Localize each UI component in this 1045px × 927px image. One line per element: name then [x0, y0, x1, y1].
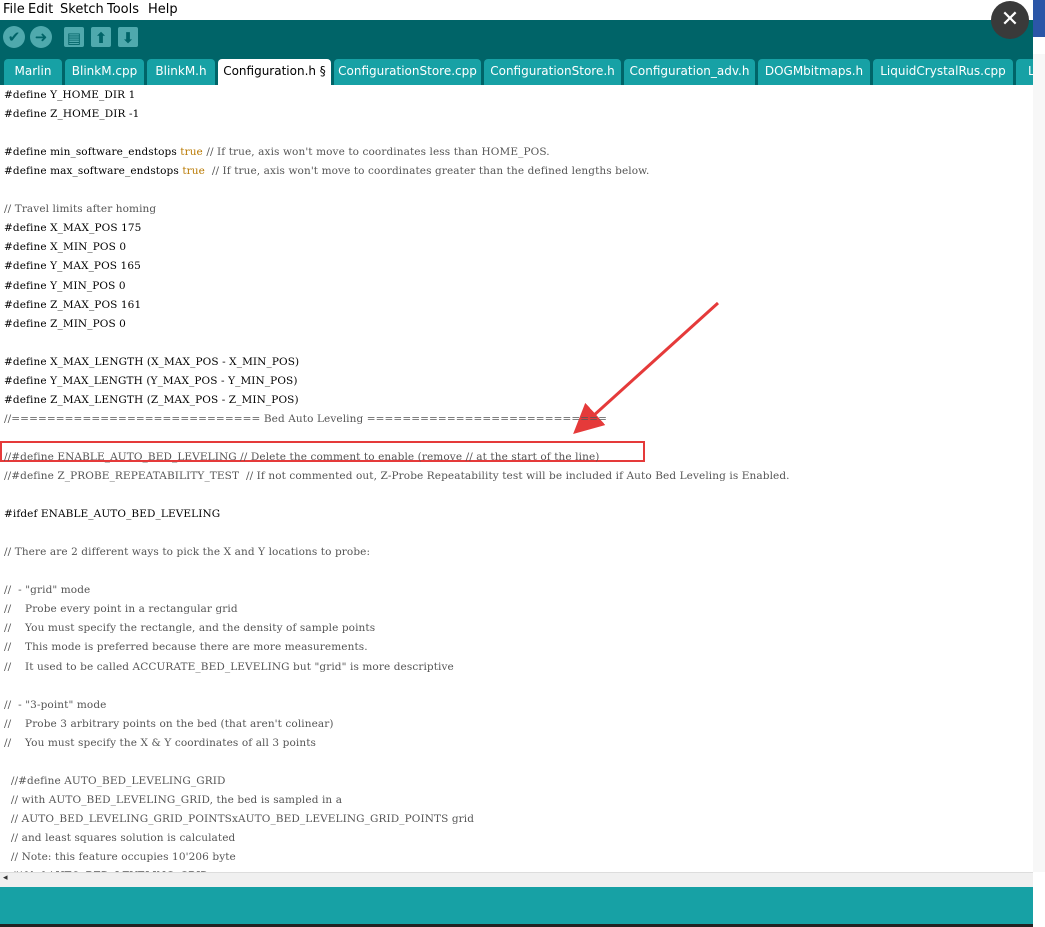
close-icon[interactable]: ✕: [991, 1, 1029, 39]
code-line: #define min_software_endstops true // If…: [4, 146, 550, 159]
code-editor[interactable]: #define Y_HOME_DIR 1 #define Z_HOME_DIR -…: [0, 85, 1033, 872]
window-edge-accent: [1033, 0, 1045, 37]
open-icon[interactable]: ⬆: [91, 27, 111, 47]
code-line: //#define ENABLE_AUTO_BED_LEVELING // De…: [4, 450, 600, 463]
code-line: // and least squares solution is calcula…: [4, 831, 236, 844]
tab-configurationstore-cpp[interactable]: ConfigurationStore.cpp: [334, 59, 481, 85]
code-line: #define X_MIN_POS 0: [4, 241, 127, 254]
tab-marlin[interactable]: Marlin: [4, 59, 62, 85]
code-line: #define Y_MAX_POS 165: [4, 260, 141, 273]
upload-icon[interactable]: ➜: [30, 26, 52, 48]
code-line: #define X_MAX_POS 175: [4, 222, 142, 235]
verify-icon[interactable]: ✔: [3, 26, 25, 48]
code-line: #define Y_HOME_DIR 1: [4, 89, 136, 101]
code-line: //============================ Bed Auto …: [4, 412, 607, 425]
menu-tools[interactable]: Tools: [107, 2, 139, 17]
scroll-left-icon[interactable]: ◂: [3, 873, 8, 883]
code-line: // with AUTO_BED_LEVELING_GRID, the bed …: [4, 793, 343, 806]
tab-dogmbitmaps-h[interactable]: DOGMbitmaps.h: [758, 59, 870, 85]
menu-help[interactable]: Help: [148, 2, 178, 17]
menu-sketch[interactable]: Sketch: [60, 2, 104, 17]
code-line: // Note: this feature occupies 10'206 by…: [4, 851, 236, 863]
code-line: #define Z_MAX_LENGTH (Z_MAX_POS - Z_MIN_…: [4, 393, 299, 406]
menu-bar: File Edit Sketch Tools Help: [0, 0, 1033, 20]
code-line: // - "grid" mode: [4, 584, 91, 597]
status-bar: [0, 887, 1033, 924]
tab-liquidcrystalrus-cpp[interactable]: LiquidCrystalRus.cpp: [873, 59, 1013, 85]
code-line: #define Z_HOME_DIR -1: [4, 108, 140, 121]
code-line: // This mode is preferred because there …: [4, 641, 368, 654]
code-line: // - "3-point" mode: [4, 698, 107, 711]
horizontal-scrollbar[interactable]: ◂: [0, 872, 1033, 887]
tab-configurationstore-h[interactable]: ConfigurationStore.h: [484, 59, 621, 85]
code-line: #define Y_MAX_LENGTH (Y_MAX_POS - Y_MIN_…: [4, 374, 298, 387]
tab-configuration-adv-h[interactable]: Configuration_adv.h: [624, 59, 755, 85]
menu-edit[interactable]: Edit: [28, 2, 53, 17]
vertical-scrollbar[interactable]: [1033, 54, 1045, 872]
code-line: #define Z_MAX_POS 161: [4, 298, 142, 311]
code-line: // Travel limits after homing: [4, 203, 157, 216]
save-icon[interactable]: ⬇: [118, 27, 138, 47]
code-line: // It used to be called ACCURATE_BED_LEV…: [4, 660, 454, 673]
code-line: #define X_MAX_LENGTH (X_MAX_POS - X_MIN_…: [4, 355, 300, 368]
menu-file[interactable]: File: [3, 2, 25, 17]
code-line: // There are 2 different ways to pick th…: [4, 546, 371, 559]
new-sketch-icon[interactable]: ▤: [64, 27, 84, 47]
code-line: #define Z_MIN_POS 0: [4, 317, 126, 330]
tab-configuration-h[interactable]: Configuration.h §: [218, 59, 331, 85]
tab-blinkm-cpp[interactable]: BlinkM.cpp: [65, 59, 144, 85]
code-line: // Probe 3 arbitrary points on the bed (…: [4, 717, 334, 730]
tab-blinkm-h[interactable]: BlinkM.h: [147, 59, 215, 85]
code-line: #define Y_MIN_POS 0: [4, 279, 126, 292]
tab-bar: Marlin BlinkM.cpp BlinkM.h Configuration…: [0, 54, 1033, 85]
code-line: //#define Z_PROBE_REPEATABILITY_TEST // …: [4, 470, 790, 482]
code-line: //#define AUTO_BED_LEVELING_GRID: [4, 774, 226, 787]
code-line: // You must specify the X & Y coordinate…: [4, 736, 317, 749]
tab-overflow[interactable]: L: [1016, 59, 1033, 85]
code-line: // Probe every point in a rectangular gr…: [4, 603, 238, 616]
code-line: #define max_software_endstops true // If…: [4, 165, 650, 178]
toolbar: ✔ ➜ ▤ ⬆ ⬇: [0, 20, 1033, 54]
code-line: // You must specify the rectangle, and t…: [4, 622, 376, 635]
code-line: // AUTO_BED_LEVELING_GRID_POINTSxAUTO_BE…: [4, 812, 475, 825]
code-line: #ifdef ENABLE_AUTO_BED_LEVELING: [4, 508, 221, 521]
